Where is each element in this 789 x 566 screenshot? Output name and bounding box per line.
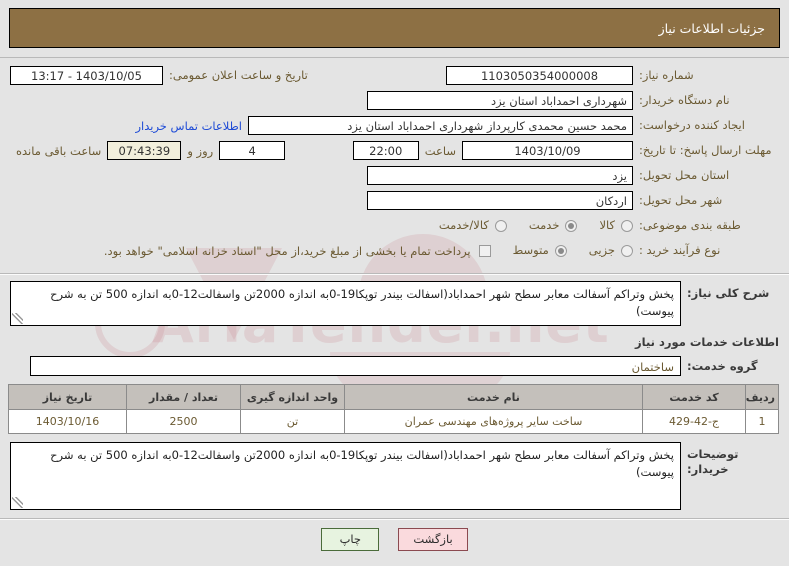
row-service-group: گروه خدمت: ساختمان xyxy=(0,356,789,382)
cell-unit: تن xyxy=(240,409,345,434)
deadline-label: مهلت ارسال پاسخ: تا تاریخ: xyxy=(639,143,772,158)
radio-icon-jozei[interactable] xyxy=(621,244,633,257)
col-header-service-name: نام خدمت xyxy=(344,384,643,410)
titlebar-wrapper: جزئیات اطلاعات نیاز xyxy=(0,0,789,48)
buyer-org-label: نام دستگاه خریدار: xyxy=(639,93,730,108)
process-option-motevaset-label: متوسط xyxy=(512,242,549,257)
col-header-radif: ردیف xyxy=(745,384,779,410)
requester-label: ایجاد کننده درخواست: xyxy=(639,118,745,133)
city-label: شهر محل تحویل: xyxy=(639,193,723,208)
col-header-unit: واحد اندازه گیری xyxy=(240,384,345,410)
process-type-label: نوع فرآیند خرید : xyxy=(639,243,721,258)
services-table-wrapper: ردیف کد خدمت نام خدمت واحد اندازه گیری ت… xyxy=(0,382,789,434)
deadline-hour-label: ساعت xyxy=(424,143,456,158)
table-row[interactable]: 1 ج-42-429 ساخت سایر پروژه‌های مهندسی عم… xyxy=(8,409,779,434)
category-option-khedmat[interactable]: خدمت xyxy=(528,217,578,232)
category-option-kala-label: کالا xyxy=(599,217,615,232)
page-root: جزئیات اطلاعات نیاز شماره نیاز: 11030503… xyxy=(0,0,789,551)
row-category: طبقه بندی موضوعی: کالا خدمت کالا/خدمت xyxy=(10,214,779,237)
radio-icon-motevaset[interactable] xyxy=(554,244,567,257)
remaining-days-label: روز و xyxy=(187,143,214,158)
countdown-timer: 07:43:39 xyxy=(107,141,182,160)
section-divider-1 xyxy=(0,273,789,275)
col-header-need-date: تاریخ نیاز xyxy=(8,384,127,410)
col-header-service-code: کد خدمت xyxy=(642,384,746,410)
requester-field[interactable]: محمد حسین محمدی کارپرداز شهرداری احمدابا… xyxy=(248,116,633,135)
button-bar: بازگشت چاپ xyxy=(0,520,789,551)
category-label: طبقه بندی موضوعی: xyxy=(639,218,741,233)
services-table: ردیف کد خدمت نام خدمت واحد اندازه گیری ت… xyxy=(8,384,779,434)
cell-quantity: 2500 xyxy=(126,409,241,434)
row-buyer-notes: توضیحات خریدار: پخش وتراکم آسفالت معابر … xyxy=(0,434,789,510)
row-deadline: مهلت ارسال پاسخ: تا تاریخ: 1403/10/09 سا… xyxy=(10,139,779,162)
cell-service-code: ج-42-429 xyxy=(642,409,746,434)
col-header-quantity: تعداد / مقدار xyxy=(126,384,241,410)
announce-date-label: تاریخ و ساعت اعلان عمومی: xyxy=(169,68,308,83)
radio-icon-kala[interactable] xyxy=(621,219,633,232)
general-description-label: شرح کلی نیاز: xyxy=(687,286,770,300)
service-group-field[interactable]: ساختمان xyxy=(30,356,681,376)
radio-icon-khedmat[interactable] xyxy=(565,219,578,232)
row-city: شهر محل تحویل: اردکان xyxy=(10,189,779,212)
row-need-number: شماره نیاز: 1103050354000008 تاریخ و ساع… xyxy=(10,64,779,87)
resize-grip-icon-notes[interactable] xyxy=(12,497,23,508)
city-field[interactable]: اردکان xyxy=(367,191,633,210)
row-province: استان محل تحویل: یزد xyxy=(10,164,779,187)
row-requester: ایجاد کننده درخواست: محمد حسین محمدی کار… xyxy=(10,114,779,137)
radio-icon-kala-khedmat[interactable] xyxy=(494,219,507,232)
remaining-days-field: 4 xyxy=(219,141,286,160)
process-option-motevaset[interactable]: متوسط xyxy=(512,242,567,257)
need-info-panel: شماره نیاز: 1103050354000008 تاریخ و ساع… xyxy=(0,58,789,268)
treasury-docs-checkbox[interactable] xyxy=(478,244,491,257)
buyer-notes-label: توضیحات خریدار: xyxy=(687,447,739,476)
cell-radif: 1 xyxy=(745,409,779,434)
page-title: جزئیات اطلاعات نیاز xyxy=(9,8,780,48)
general-description-field[interactable]: پخش وتراکم آسفالت معابر سطح شهر احمداباد… xyxy=(10,281,681,326)
buyer-notes-field[interactable]: پخش وتراکم آسفالت معابر سطح شهر احمداباد… xyxy=(10,442,681,510)
process-option-jozei[interactable]: جزیی xyxy=(588,242,633,257)
back-button[interactable]: بازگشت xyxy=(398,528,468,551)
province-field[interactable]: یزد xyxy=(367,166,633,185)
announce-date-field[interactable]: 1403/10/05 - 13:17 xyxy=(10,66,163,85)
process-option-jozei-label: جزیی xyxy=(588,242,615,257)
services-section-title: اطلاعات خدمات مورد نیاز xyxy=(635,335,779,349)
general-description-text: پخش وتراکم آسفالت معابر سطح شهر احمداباد… xyxy=(50,287,674,318)
need-number-field[interactable]: 1103050354000008 xyxy=(446,66,633,85)
treasury-docs-label: پرداخت تمام یا بخشی از مبلغ خرید،از محل … xyxy=(103,243,471,258)
cell-service-name: ساخت سایر پروژه‌های مهندسی عمران xyxy=(344,409,643,434)
province-label: استان محل تحویل: xyxy=(639,168,730,183)
buyer-notes-text: پخش وتراکم آسفالت معابر سطح شهر احمداباد… xyxy=(50,448,674,479)
category-option-kala-khedmat-label: کالا/خدمت xyxy=(438,217,489,232)
need-number-label: شماره نیاز: xyxy=(639,68,694,83)
countdown-label: ساعت باقی مانده xyxy=(16,143,102,158)
print-button[interactable]: چاپ xyxy=(321,528,380,551)
resize-grip-icon[interactable] xyxy=(12,313,23,324)
category-option-kala[interactable]: کالا xyxy=(599,217,633,232)
category-option-khedmat-label: خدمت xyxy=(528,217,560,232)
row-buyer-org: نام دستگاه خریدار: شهرداری احمداباد استا… xyxy=(10,89,779,112)
deadline-date-field[interactable]: 1403/10/09 xyxy=(462,141,633,160)
table-header-row: ردیف کد خدمت نام خدمت واحد اندازه گیری ت… xyxy=(8,384,779,410)
category-option-kala-khedmat[interactable]: کالا/خدمت xyxy=(438,217,507,232)
service-group-label: گروه خدمت: xyxy=(687,359,758,373)
row-general-description: شرح کلی نیاز: پخش وتراکم آسفالت معابر سط… xyxy=(0,281,789,326)
buyer-contact-link[interactable]: اطلاعات تماس خریدار xyxy=(129,119,248,133)
deadline-hour-field[interactable]: 22:00 xyxy=(352,141,419,160)
row-process-type: نوع فرآیند خرید : جزیی متوسط پرداخت تمام… xyxy=(10,239,779,262)
cell-need-date: 1403/10/16 xyxy=(8,409,127,434)
buyer-org-field[interactable]: شهرداری احمداباد استان یزد xyxy=(367,91,633,110)
